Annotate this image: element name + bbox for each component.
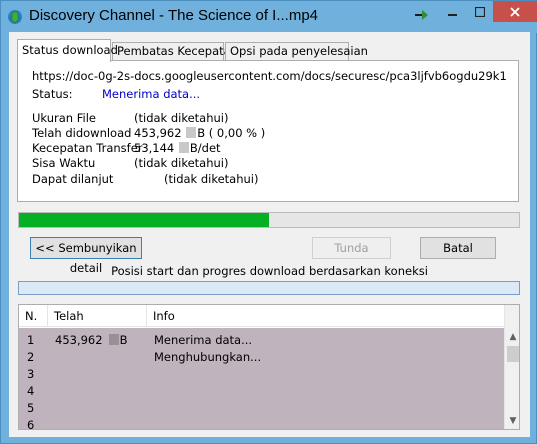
title-bar[interactable]: Discovery Channel - The Science of I...m… [1, 1, 537, 33]
redacted-mark [186, 127, 197, 138]
redacted-mark [108, 334, 119, 345]
status-panel: https://doc-0g-2s-docs.googleusercontent… [17, 60, 519, 202]
close-icon [510, 6, 520, 17]
downloaded-unit: B [197, 126, 206, 140]
connections-caption: Posisi start dan progres download berdas… [111, 264, 428, 278]
scroll-up-icon[interactable]: ▲ [505, 328, 519, 345]
file-size-value: (tidak diketahui) [134, 111, 229, 125]
minimize-button[interactable] [439, 1, 467, 22]
table-row[interactable]: 4 [19, 382, 504, 399]
tab-status-download[interactable]: Status download [17, 39, 118, 62]
row-number: 5 [27, 401, 35, 415]
table-row[interactable]: 5 [19, 399, 504, 416]
resumable-label: Dapat dilanjut [32, 172, 114, 186]
dialog-body: Status download Pembatas Kecepatan Opsi … [9, 32, 530, 437]
speed-label: Kecepatan Transfer [32, 141, 143, 155]
tab-completion-options[interactable]: Opsi pada penyelesaian [225, 42, 368, 61]
table-body: 1 453,962 B Menerima data... 2 Menghubungkan.… [19, 328, 504, 430]
column-header-info[interactable]: Info [147, 305, 504, 327]
status-label: Status: [32, 87, 73, 101]
time-left-value: (tidak diketahui) [134, 156, 229, 170]
table-row[interactable]: 1 453,962 B Menerima data... [19, 331, 504, 348]
row-info: Menghubungkan... [154, 350, 262, 364]
vertical-scrollbar[interactable]: ▲ ▼ [504, 305, 519, 429]
column-header-number[interactable]: N. [19, 305, 48, 327]
row-downloaded-unit: B [119, 333, 128, 347]
maximize-icon [475, 6, 485, 17]
connections-table[interactable]: N. Telah Didownload Info 1 453,962 B Meneri… [18, 304, 520, 430]
speed-value: 53,144 [134, 141, 175, 155]
download-window: Discovery Channel - The Science of I...m… [0, 0, 537, 444]
row-number: 2 [27, 350, 35, 364]
row-number: 4 [27, 384, 35, 398]
speed-value-group: 53,144 B/det [134, 141, 221, 155]
redacted-mark [178, 142, 189, 153]
scroll-thumb[interactable] [507, 346, 519, 362]
table-header: N. Telah Didownload Info [19, 305, 504, 345]
resumable-value: (tidak diketahui) [164, 172, 259, 186]
row-downloaded: 453,962 B [55, 333, 127, 347]
scroll-down-icon[interactable]: ▼ [505, 412, 519, 429]
connections-progress-bar [18, 281, 520, 295]
row-downloaded-value: 453,962 [55, 333, 103, 347]
download-progress-bar [18, 212, 520, 228]
file-size-label: Ukuran File [32, 111, 96, 125]
table-row[interactable]: 6 [19, 416, 504, 430]
arrow-right-icon[interactable] [415, 9, 429, 21]
speed-unit: B/det [189, 141, 221, 155]
minimize-icon [448, 13, 457, 16]
maximize-button[interactable] [467, 1, 493, 22]
table-row[interactable]: 2 Menghubungkan... [19, 348, 504, 365]
table-row[interactable]: 3 [19, 365, 504, 382]
downloaded-label: Telah didownload [32, 126, 132, 140]
row-number: 3 [27, 367, 35, 381]
time-left-label: Sisa Waktu [32, 156, 96, 170]
status-value: Menerima data... [102, 87, 201, 101]
download-url: https://doc-0g-2s-docs.googleusercontent… [32, 69, 508, 83]
row-number: 6 [27, 418, 35, 430]
window-title: Discovery Channel - The Science of I...m… [29, 7, 319, 24]
downloaded-value-group: 453,962 B ( 0,00 % ) [134, 126, 265, 140]
downloaded-percent: ( 0,00 % ) [208, 126, 266, 140]
hide-details-button[interactable]: << Sembunyikan detail [30, 237, 142, 275]
cancel-button[interactable]: Batal [420, 237, 496, 259]
download-manager-icon [8, 10, 22, 24]
downloaded-value: 453,962 [134, 126, 182, 140]
close-button[interactable] [493, 1, 537, 22]
progress-fill [19, 213, 269, 227]
tab-speed-limiter[interactable]: Pembatas Kecepatan [112, 42, 238, 61]
pause-button[interactable]: Tunda [312, 237, 391, 259]
column-header-downloaded[interactable]: Telah Didownload [48, 305, 147, 345]
row-number: 1 [27, 333, 35, 347]
row-info: Menerima data... [154, 333, 253, 347]
